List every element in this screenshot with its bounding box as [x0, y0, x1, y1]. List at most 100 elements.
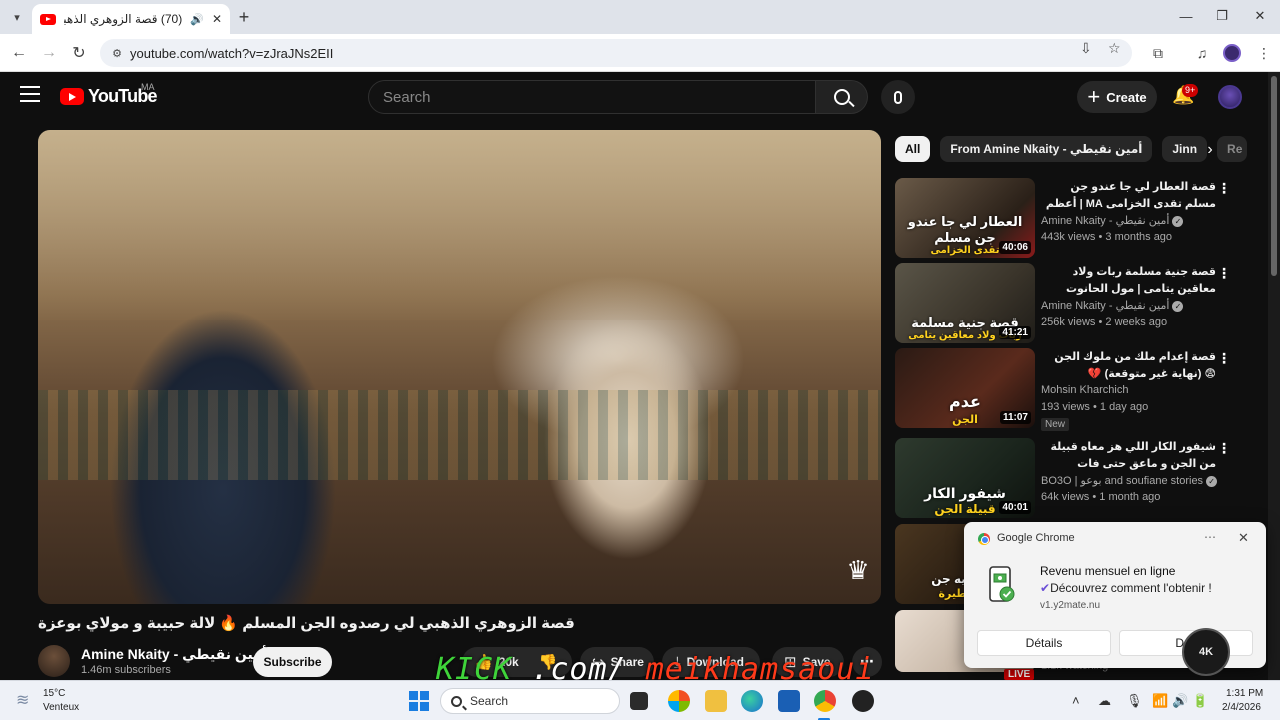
thumbnail-caption: شيفور الكار: [924, 485, 1006, 501]
search-input[interactable]: [383, 88, 815, 106]
related-title[interactable]: قصة العطار لي جا عندو جن مسلم تقدى الخزا…: [1041, 179, 1216, 213]
close-window-button[interactable]: ✕: [1246, 6, 1274, 26]
related-thumbnail[interactable]: شيفور الكار قبيلة الجن 40:01: [895, 438, 1035, 518]
related-thumbnail[interactable]: عدم الجن 11:07: [895, 348, 1035, 428]
subscribe-button[interactable]: Subscribe: [253, 647, 332, 677]
site-info-icon[interactable]: ⚙: [108, 44, 126, 62]
browser-toolbar: ← → ↻ ⚙ youtube.com/watch?v=zJraJNs2EII …: [0, 34, 1280, 72]
browser-menu-icon[interactable]: ⋮: [1254, 43, 1274, 63]
related-title[interactable]: شيفور الكار اللي هز معاه قبيلة من الجن و…: [1041, 439, 1216, 473]
notification-source: v1.y2mate.nu: [1040, 600, 1101, 611]
related-video[interactable]: قصة جنية مسلمة ربات ولاد معاقين يتامى 41…: [895, 263, 1240, 343]
edge-icon[interactable]: [741, 690, 763, 712]
notification-options-icon[interactable]: ⋯: [1204, 530, 1216, 544]
chip-all[interactable]: All: [895, 136, 931, 162]
chrome-taskbar-icon[interactable]: [814, 690, 836, 712]
media-controls-icon[interactable]: ♫: [1192, 43, 1212, 63]
create-label: Create: [1106, 89, 1147, 105]
related-more-icon[interactable]: ⋮: [1217, 350, 1231, 368]
related-video[interactable]: عدم الجن 11:07 قصة إعدام ملك من ملوك الج…: [895, 348, 1240, 431]
page-scrollbar[interactable]: [1268, 72, 1280, 680]
related-channel[interactable]: Amine Nkaity - أمين نقيطي ✓: [1041, 299, 1184, 312]
filter-chips: All From Amine Nkaity - أمين نقيطي Jinn …: [895, 136, 1248, 164]
tab-close-icon[interactable]: ✕: [212, 12, 222, 26]
search-icon: [833, 89, 850, 105]
task-view-icon[interactable]: [630, 692, 648, 710]
related-channel[interactable]: BO3O | بوعو and soufiane stories ✓: [1041, 474, 1218, 487]
related-channel[interactable]: Amine Nkaity - أمين نقيطي ✓: [1041, 214, 1184, 227]
related-views: 193 views: [1041, 401, 1090, 413]
bookmark-star-icon[interactable]: ☆: [1108, 40, 1121, 57]
channel-watermark-icon[interactable]: ♛: [841, 555, 875, 595]
scrollbar-thumb[interactable]: [1271, 76, 1277, 276]
youtube-header: YouTube MA + Create 🔔 9+: [0, 72, 1268, 122]
tray-chevron-up-icon[interactable]: ˄: [1072, 693, 1080, 708]
file-explorer-icon[interactable]: [705, 690, 727, 712]
related-thumbnail[interactable]: العطار لي جا عندو جن مسلم تقدى الخزامى 4…: [895, 178, 1035, 258]
maximize-button[interactable]: ❐: [1208, 6, 1236, 26]
subscriber-count: 1.46m subscribers: [81, 664, 171, 676]
address-bar[interactable]: ⚙ youtube.com/watch?v=zJraJNs2EII: [100, 39, 1132, 67]
back-icon[interactable]: ←: [8, 42, 30, 64]
video-player[interactable]: ♛: [38, 130, 881, 604]
channel-name[interactable]: Amine Nkaity - أمين نقيطي✓: [81, 646, 281, 663]
windows-start-icon[interactable]: [409, 691, 429, 711]
channel-avatar[interactable]: [38, 645, 70, 677]
install-app-icon[interactable]: ⇩: [1080, 40, 1092, 57]
hamburger-menu-icon[interactable]: [20, 86, 40, 102]
notification-close-icon[interactable]: ✕: [1238, 530, 1249, 546]
video-title: قصة الزوهري الذهبي لي رصدوه الجن المسلم …: [38, 614, 881, 632]
clock-date[interactable]: 2/4/2026: [1222, 702, 1261, 713]
chrome-icon: [978, 533, 990, 545]
search-box: [368, 80, 816, 114]
taskbar-search[interactable]: Search: [440, 688, 620, 714]
related-channel[interactable]: Mohsin Kharchich: [1041, 384, 1128, 396]
related-thumbnail[interactable]: قصة جنية مسلمة ربات ولاد معاقين يتامى 41…: [895, 263, 1035, 343]
related-title[interactable]: قصة إعدام ملك من ملوك الجن 😨 (نهاية غير …: [1041, 349, 1216, 383]
new-tab-button[interactable]: +: [234, 6, 254, 28]
create-button[interactable]: + Create: [1077, 81, 1157, 113]
related-video[interactable]: العطار لي جا عندو جن مسلم تقدى الخزامى 4…: [895, 178, 1240, 258]
related-more-icon[interactable]: ⋮: [1217, 265, 1231, 283]
reload-icon[interactable]: ↻: [68, 42, 90, 64]
obs-icon[interactable]: [852, 690, 874, 712]
thumbnail-caption: عدم: [949, 394, 981, 411]
minimize-button[interactable]: —: [1172, 6, 1200, 26]
new-badge: New: [1041, 418, 1070, 431]
tray-network-icon[interactable]: ☁: [1098, 693, 1111, 709]
store-icon[interactable]: [778, 690, 800, 712]
related-title[interactable]: قصة جنية مسلمة ربات ولاد معاقين يتامى | …: [1041, 264, 1216, 298]
url-text[interactable]: youtube.com/watch?v=zJraJNs2EII: [130, 46, 333, 61]
country-code: MA: [141, 82, 155, 92]
extensions-icon[interactable]: ⧉: [1148, 43, 1168, 63]
related-views: 443k views: [1041, 231, 1096, 243]
browser-tab[interactable]: (70) قصة الزوهري الذهبي لي 🔊 ✕: [32, 4, 230, 34]
tray-wifi-icon[interactable]: 📶: [1152, 693, 1168, 709]
related-age: 1 day ago: [1099, 401, 1149, 413]
account-avatar[interactable]: [1218, 85, 1242, 109]
tray-battery-icon[interactable]: 🔋: [1192, 693, 1208, 709]
tab-audio-icon[interactable]: 🔊: [190, 13, 204, 26]
weather-temperature[interactable]: 15°C: [43, 688, 65, 699]
weather-wind-icon[interactable]: ≋: [16, 690, 36, 710]
related-more-icon[interactable]: ⋮: [1217, 440, 1231, 458]
weather-description[interactable]: Venteux: [43, 702, 79, 713]
live-badge: LIVE: [1004, 669, 1035, 680]
voice-search-button[interactable]: [881, 80, 915, 114]
related-video[interactable]: شيفور الكار قبيلة الجن 40:01 شيفور الكار…: [895, 438, 1240, 518]
plus-icon: +: [1087, 84, 1101, 109]
tab-search-icon[interactable]: ▾: [6, 6, 28, 28]
browser-profile-avatar[interactable]: [1223, 44, 1241, 62]
search-button[interactable]: [816, 80, 868, 114]
chip-from-channel[interactable]: From Amine Nkaity - أمين نقيطي: [940, 136, 1153, 162]
copilot-icon[interactable]: [668, 690, 690, 712]
tab-title: (70) قصة الزوهري الذهبي لي: [64, 12, 183, 26]
tray-volume-icon[interactable]: 🔊: [1172, 693, 1188, 709]
forward-icon[interactable]: →: [38, 42, 60, 64]
chevron-right-icon[interactable]: ›: [1198, 139, 1222, 163]
related-more-icon[interactable]: ⋮: [1217, 180, 1231, 198]
tray-microphone-icon[interactable]: 🎙: [1126, 693, 1143, 709]
related-meta: 64k views • 1 month ago: [1041, 491, 1161, 503]
notification-details-button[interactable]: Détails: [977, 630, 1111, 656]
clock-time[interactable]: 1:31 PM: [1226, 688, 1263, 699]
